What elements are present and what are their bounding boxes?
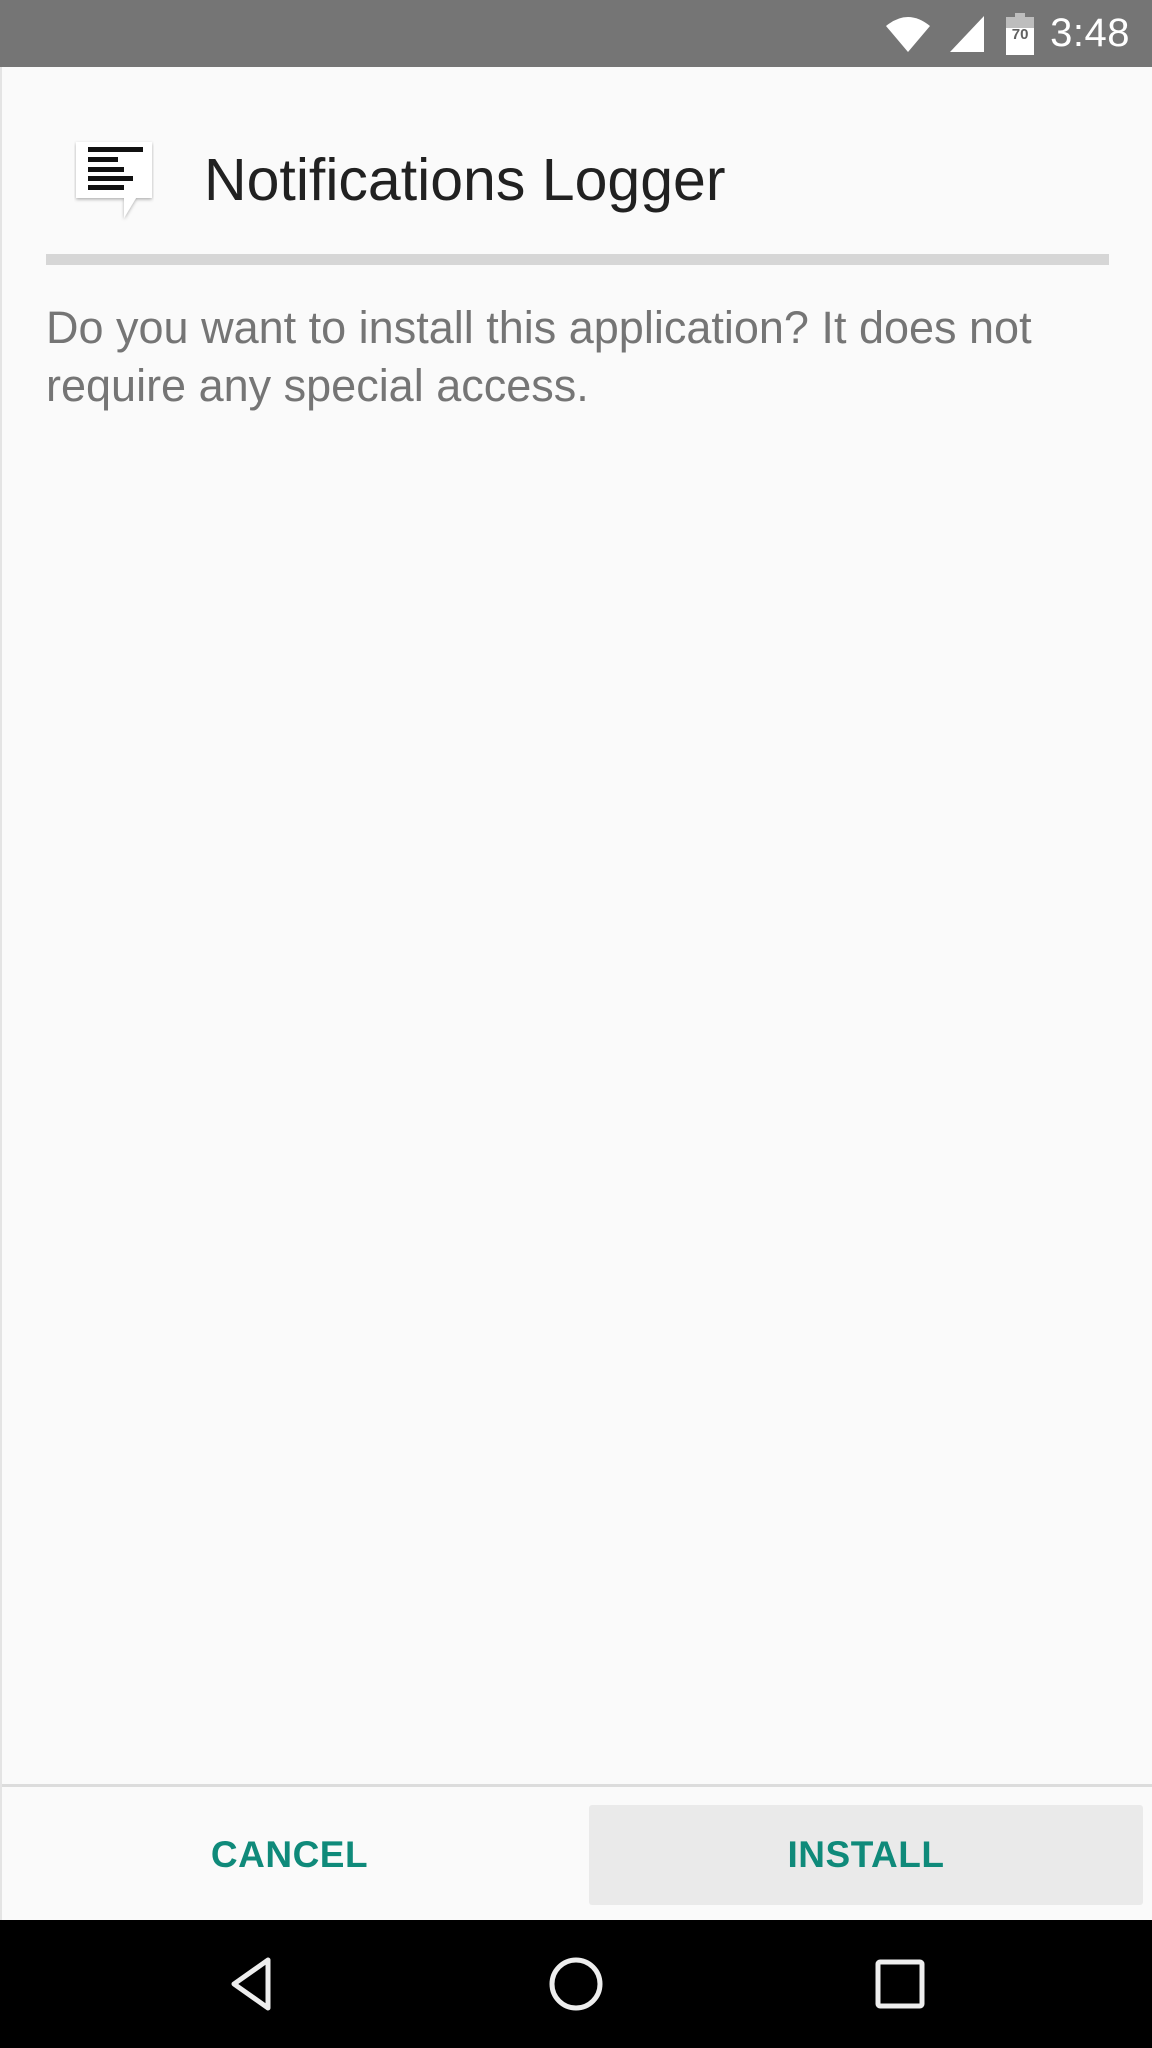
cellular-signal-icon bbox=[950, 15, 985, 52]
cancel-button[interactable]: CANCEL bbox=[12, 1805, 567, 1905]
button-divider bbox=[2, 1784, 1152, 1787]
home-icon[interactable] bbox=[546, 1954, 606, 2014]
install-message: Do you want to install this application?… bbox=[46, 302, 1032, 411]
install-dialog: Notifications Logger Do you want to inst… bbox=[0, 67, 1152, 1920]
back-icon[interactable] bbox=[222, 1954, 282, 2014]
install-progress-bar bbox=[46, 254, 1109, 265]
status-icons: 70 3:48 bbox=[884, 0, 1130, 67]
recents-icon[interactable] bbox=[870, 1954, 930, 2014]
clock: 3:48 bbox=[1050, 11, 1130, 55]
app-title: Notifications Logger bbox=[204, 147, 726, 213]
wifi-icon bbox=[886, 16, 931, 52]
navigation-bar bbox=[0, 1920, 1152, 2048]
install-button[interactable]: INSTALL bbox=[589, 1805, 1143, 1905]
notes-speech-bubble-icon bbox=[76, 142, 152, 218]
battery-level: 70 bbox=[1011, 25, 1029, 43]
status-bar: 70 3:48 bbox=[0, 0, 1152, 67]
battery-icon: 70 bbox=[1006, 12, 1035, 55]
